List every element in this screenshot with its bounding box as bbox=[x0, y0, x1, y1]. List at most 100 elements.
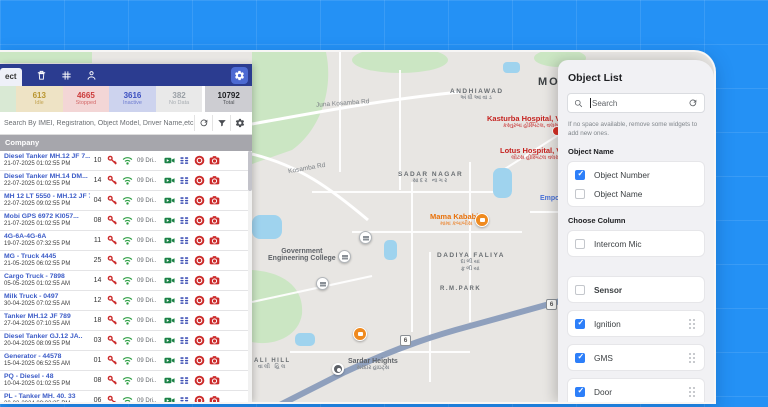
record-icon[interactable] bbox=[194, 235, 205, 246]
checkbox-option-row[interactable]: GMS bbox=[575, 348, 697, 367]
ignition-key-icon[interactable] bbox=[107, 275, 118, 286]
map-restaurant-marker[interactable] bbox=[475, 213, 489, 227]
checkbox[interactable] bbox=[575, 170, 585, 180]
table-row[interactable]: Cargo Truck - 7898 05-05-2025 01:02:55 A… bbox=[0, 271, 252, 291]
map-building-marker[interactable] bbox=[332, 363, 344, 375]
filter-button[interactable] bbox=[212, 115, 230, 131]
stat-idle[interactable]: 613 Idle bbox=[16, 86, 63, 112]
camera-icon[interactable] bbox=[209, 255, 220, 266]
refresh-icon[interactable] bbox=[688, 98, 698, 108]
record-icon[interactable] bbox=[194, 215, 205, 226]
checkbox-option-row[interactable]: Sensor bbox=[575, 280, 697, 299]
table-row[interactable]: Generator - 44578 15-04-2025 06:52:55 AM… bbox=[0, 351, 252, 371]
video-icon[interactable] bbox=[164, 255, 175, 266]
vehicle-name-link[interactable]: PL - Tanker MH. 40. 33 bbox=[4, 393, 90, 401]
record-icon[interactable] bbox=[194, 275, 205, 286]
table-row[interactable]: MH 12 LT 5550 - MH.12 JF 7... 22-07-2025… bbox=[0, 191, 252, 211]
map-label-building[interactable]: Sardar Heights bbox=[348, 358, 398, 365]
map-vehicle-marker[interactable] bbox=[353, 327, 367, 341]
video-icon[interactable] bbox=[164, 175, 175, 186]
vehicle-name-link[interactable]: Diesel Tanker MH.14 DM... bbox=[4, 173, 90, 181]
stat-nodata[interactable]: 382 No Data bbox=[156, 86, 203, 112]
video-icon[interactable] bbox=[164, 355, 175, 366]
camera-icon[interactable] bbox=[209, 355, 220, 366]
door-sensor-icon[interactable] bbox=[179, 375, 190, 386]
vehicle-name-link[interactable]: MG - Truck 4445 bbox=[4, 253, 90, 261]
vehicle-name-link[interactable]: Diesel Tanker MH.12 JF 7... bbox=[4, 153, 90, 161]
table-row[interactable]: Diesel Tanker GJ.12 JA.. 20-04-2025 08:0… bbox=[0, 331, 252, 351]
door-sensor-icon[interactable] bbox=[179, 355, 190, 366]
vehicle-name-link[interactable]: Diesel Tanker GJ.12 JA.. bbox=[4, 333, 90, 341]
camera-icon[interactable] bbox=[209, 395, 220, 402]
table-row[interactable]: 4G-6A-4G-6A 19-07-2025 07:32:55 PM 11 09… bbox=[0, 231, 252, 251]
record-icon[interactable] bbox=[194, 335, 205, 346]
map-poi-marker[interactable] bbox=[338, 250, 351, 263]
checkbox-option-row[interactable]: Object Name bbox=[575, 184, 697, 203]
door-sensor-icon[interactable] bbox=[179, 255, 190, 266]
checkbox-option-row[interactable]: Object Number bbox=[575, 165, 697, 184]
ignition-key-icon[interactable] bbox=[107, 235, 118, 246]
record-icon[interactable] bbox=[194, 315, 205, 326]
checkbox[interactable] bbox=[575, 319, 585, 329]
vehicle-name-link[interactable]: 4G-6A-4G-6A bbox=[4, 233, 90, 241]
grid-icon[interactable] bbox=[61, 70, 72, 81]
widget-search-box[interactable]: Search bbox=[567, 93, 705, 113]
video-icon[interactable] bbox=[164, 375, 175, 386]
table-row[interactable]: Tanker MH.12 JF 789 27-04-2025 07:10:55 … bbox=[0, 311, 252, 331]
ignition-key-icon[interactable] bbox=[107, 335, 118, 346]
map-poi-marker[interactable] bbox=[359, 231, 372, 244]
stat-stopped[interactable]: 4665 Stopped bbox=[63, 86, 110, 112]
ignition-key-icon[interactable] bbox=[107, 395, 118, 402]
ignition-key-icon[interactable] bbox=[107, 255, 118, 266]
table-row[interactable]: Milk Truck - 0497 30-04-2025 07:02:55 AM… bbox=[0, 291, 252, 311]
door-sensor-icon[interactable] bbox=[179, 155, 190, 166]
vehicle-name-link[interactable]: Milk Truck - 0497 bbox=[4, 293, 90, 301]
record-icon[interactable] bbox=[194, 255, 205, 266]
camera-icon[interactable] bbox=[209, 155, 220, 166]
drag-handle-icon[interactable] bbox=[688, 352, 697, 364]
drag-handle-icon[interactable] bbox=[688, 386, 697, 398]
stat-inactive[interactable]: 3616 Inactive bbox=[109, 86, 156, 112]
door-sensor-icon[interactable] bbox=[179, 275, 190, 286]
ignition-key-icon[interactable] bbox=[107, 315, 118, 326]
table-row[interactable]: MG - Truck 4445 21-05-2025 06:02:55 PM 2… bbox=[0, 251, 252, 271]
video-icon[interactable] bbox=[164, 215, 175, 226]
record-icon[interactable] bbox=[194, 375, 205, 386]
vehicle-name-link[interactable]: MH 12 LT 5550 - MH.12 JF 7... bbox=[4, 193, 90, 201]
vehicle-name-link[interactable]: Mobi GPS 6972 KI057... bbox=[4, 213, 90, 221]
table-row[interactable]: PQ - Diesel - 48 10-04-2025 01:02:55 PM … bbox=[0, 371, 252, 391]
record-icon[interactable] bbox=[194, 175, 205, 186]
record-icon[interactable] bbox=[194, 355, 205, 366]
checkbox-option-row[interactable]: SOC bbox=[575, 401, 697, 402]
table-row[interactable]: Mobi GPS 6972 KI057... 21-07-2025 01:02:… bbox=[0, 211, 252, 231]
vehicle-name-link[interactable]: Tanker MH.12 JF 789 bbox=[4, 313, 90, 321]
checkbox-option-row[interactable]: Ignition bbox=[575, 314, 697, 333]
door-sensor-icon[interactable] bbox=[179, 395, 190, 402]
drag-handle-icon[interactable] bbox=[688, 318, 697, 330]
door-sensor-icon[interactable] bbox=[179, 295, 190, 306]
camera-icon[interactable] bbox=[209, 295, 220, 306]
table-search-input[interactable] bbox=[4, 120, 194, 127]
stat-running[interactable] bbox=[0, 86, 16, 112]
company-group-header[interactable]: Company bbox=[0, 135, 252, 151]
door-sensor-icon[interactable] bbox=[179, 175, 190, 186]
camera-icon[interactable] bbox=[209, 175, 220, 186]
ignition-key-icon[interactable] bbox=[107, 295, 118, 306]
record-icon[interactable] bbox=[194, 195, 205, 206]
camera-icon[interactable] bbox=[209, 375, 220, 386]
table-scrollbar[interactable] bbox=[248, 151, 252, 402]
vehicle-name-link[interactable]: PQ - Diesel - 48 bbox=[4, 373, 90, 381]
ignition-key-icon[interactable] bbox=[107, 175, 118, 186]
checkbox[interactable] bbox=[575, 189, 585, 199]
door-sensor-icon[interactable] bbox=[179, 235, 190, 246]
camera-icon[interactable] bbox=[209, 335, 220, 346]
camera-icon[interactable] bbox=[209, 275, 220, 286]
scrollbar-thumb[interactable] bbox=[248, 151, 252, 191]
tab-object[interactable]: ect bbox=[0, 68, 22, 86]
video-icon[interactable] bbox=[164, 335, 175, 346]
checkbox-option-row[interactable]: Door bbox=[575, 382, 697, 401]
camera-icon[interactable] bbox=[209, 235, 220, 246]
video-icon[interactable] bbox=[164, 275, 175, 286]
video-icon[interactable] bbox=[164, 395, 175, 402]
stat-total[interactable]: 10792 Total bbox=[205, 86, 252, 112]
